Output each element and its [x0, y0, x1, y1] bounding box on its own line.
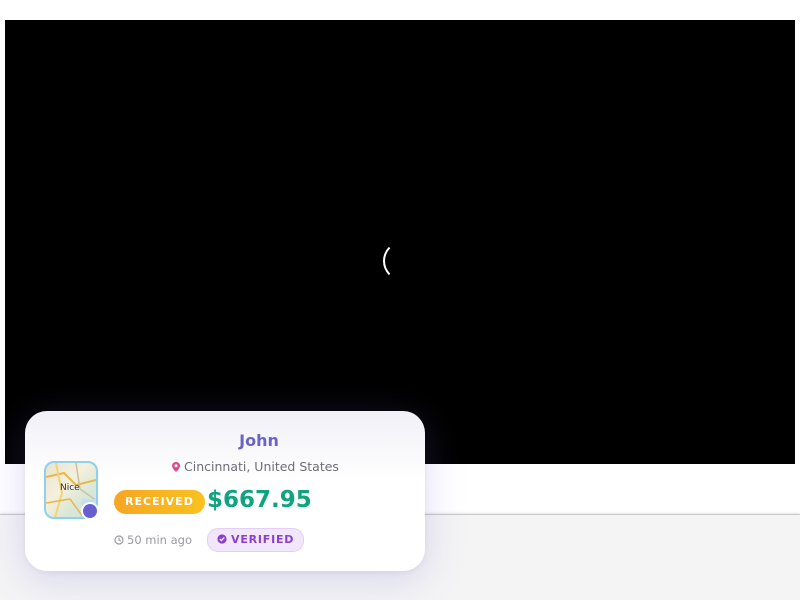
check-circle-icon — [217, 534, 227, 544]
time-ago-text: 50 min ago — [127, 533, 193, 547]
verified-badge: VERIFIED — [207, 528, 305, 552]
map-pin-icon — [172, 462, 180, 472]
page: Nice John Cincinnati, United States RECE… — [0, 0, 800, 600]
customer-name: John — [239, 431, 279, 450]
amount-value: $667.95 — [207, 487, 312, 513]
time-ago: 50 min ago — [114, 533, 192, 547]
online-status-dot — [81, 502, 99, 520]
customer-location: Cincinnati, United States — [172, 459, 339, 474]
avatar: Nice — [44, 461, 100, 521]
avatar-map-label: Nice — [60, 483, 80, 493]
location-text: Cincinnati, United States — [184, 459, 339, 474]
received-badge: RECEIVED — [114, 490, 205, 514]
purchase-notification-card[interactable]: Nice John Cincinnati, United States RECE… — [25, 411, 425, 571]
loading-spinner-icon — [383, 241, 423, 281]
clock-icon — [114, 535, 124, 545]
video-player[interactable] — [5, 20, 795, 464]
verified-badge-text: VERIFIED — [231, 533, 295, 546]
